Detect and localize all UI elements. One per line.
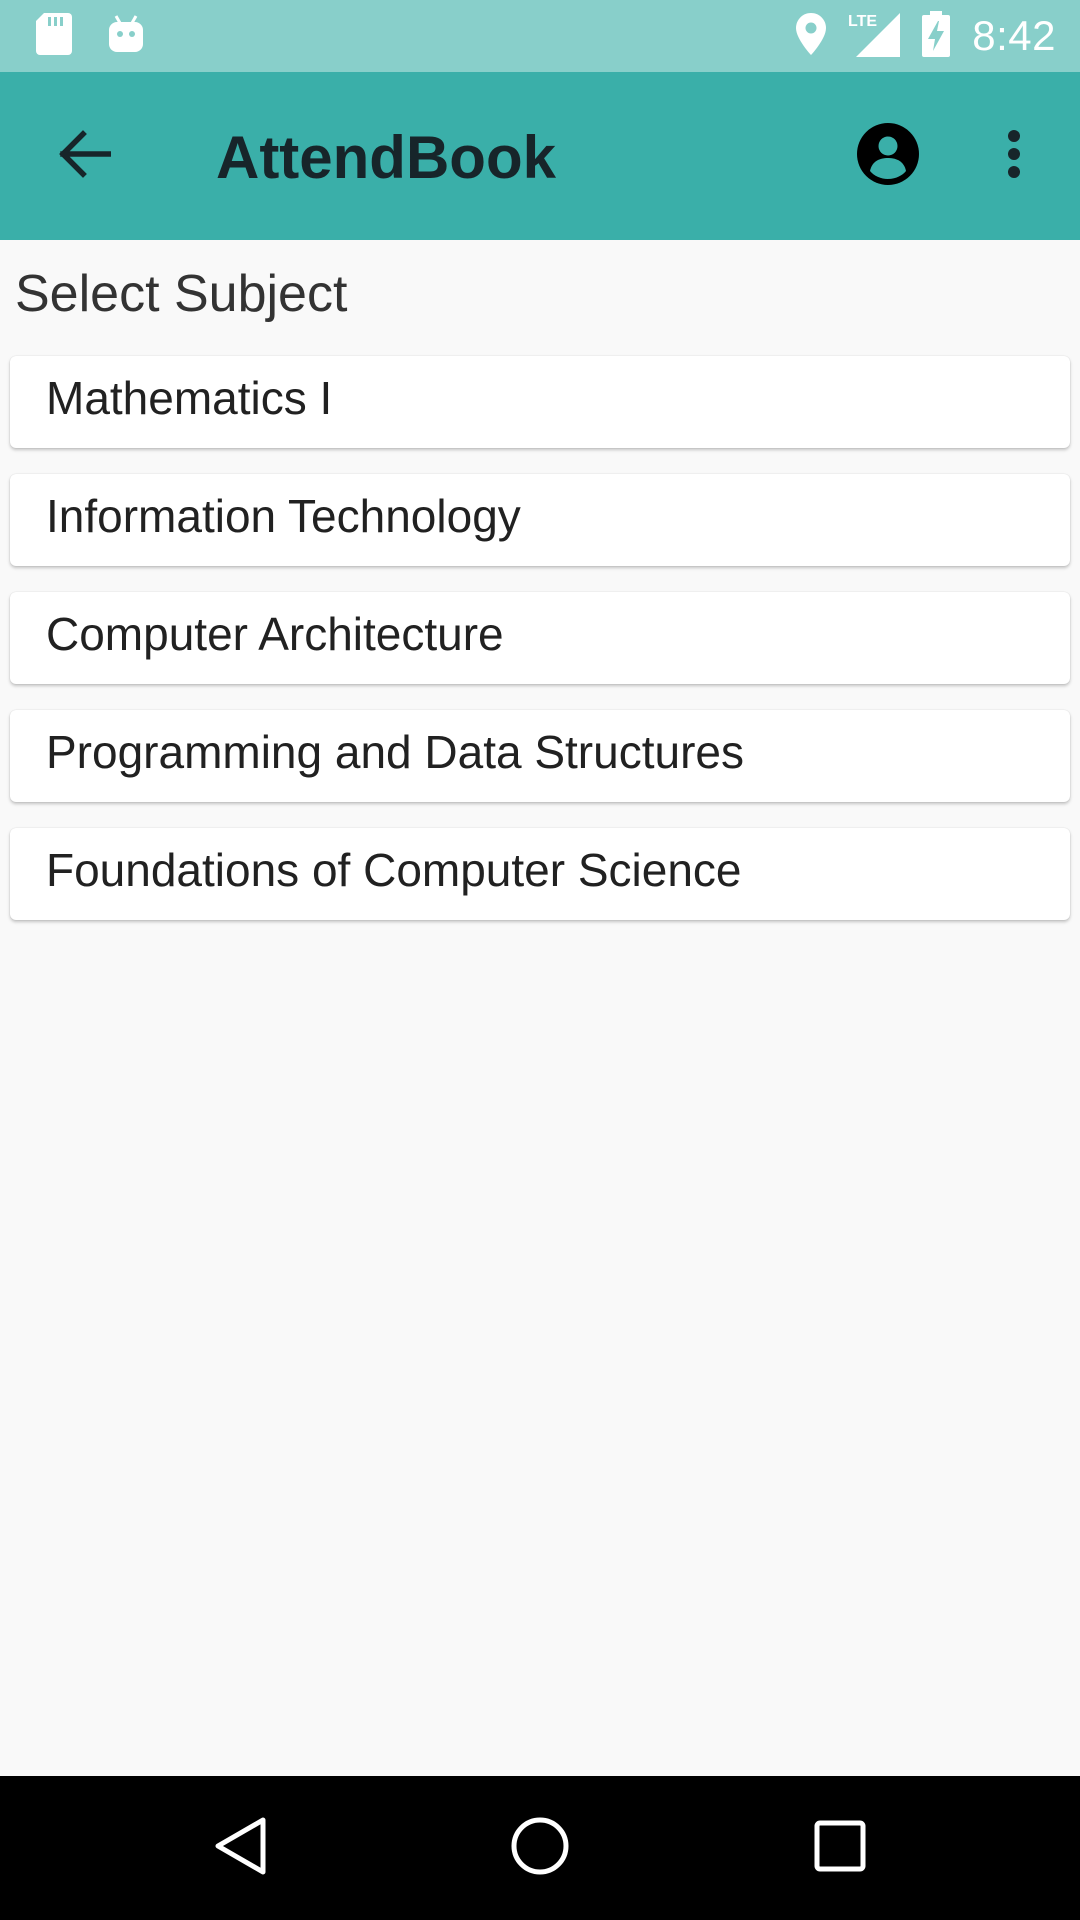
subject-label: Programming and Data Structures <box>46 726 744 778</box>
back-triangle-icon <box>213 1816 267 1881</box>
app-bar: AttendBook <box>0 72 1080 240</box>
status-right: LTE 8:42 <box>774 10 1056 62</box>
status-bar: LTE 8:42 <box>0 0 1080 72</box>
sd-card-icon <box>36 12 72 60</box>
subject-label: Mathematics I <box>46 372 333 424</box>
subject-item-foundations-of-computer-science[interactable]: Foundations of Computer Science <box>10 828 1070 920</box>
recents-square-icon <box>813 1819 867 1878</box>
home-circle-icon <box>510 1816 570 1881</box>
subject-label: Information Technology <box>46 490 521 542</box>
subject-item-information-technology[interactable]: Information Technology <box>10 474 1070 566</box>
battery-charging-icon <box>922 10 951 62</box>
subject-item-programming-and-data-structures[interactable]: Programming and Data Structures <box>10 710 1070 802</box>
nav-recents-button[interactable] <box>804 1812 876 1884</box>
app-title: AttendBook <box>216 124 556 191</box>
android-icon <box>108 14 144 59</box>
subject-item-mathematics-i[interactable]: Mathematics I <box>10 356 1070 448</box>
screen: LTE 8:42 AttendBook Select Subject Mathe… <box>0 0 1080 1920</box>
nav-home-button[interactable] <box>504 1812 576 1884</box>
subject-label: Computer Architecture <box>46 608 504 660</box>
account-button[interactable] <box>852 120 924 192</box>
location-icon <box>796 12 827 60</box>
overflow-menu-button[interactable] <box>978 120 1050 192</box>
subject-label: Foundations of Computer Science <box>46 844 742 896</box>
subject-list: Mathematics I Information Technology Com… <box>10 356 1070 946</box>
back-button[interactable] <box>48 120 120 192</box>
status-left <box>36 12 180 60</box>
subject-item-computer-architecture[interactable]: Computer Architecture <box>10 592 1070 684</box>
account-circle-icon <box>857 122 919 190</box>
signal-icon: LTE <box>848 11 901 62</box>
status-time: 8:42 <box>972 12 1056 59</box>
nav-back-button[interactable] <box>204 1812 276 1884</box>
section-title: Select Subject <box>15 265 348 323</box>
network-label: LTE <box>848 13 877 30</box>
more-vert-icon <box>1006 129 1022 184</box>
system-nav-bar <box>0 1776 1080 1920</box>
back-arrow-icon <box>57 129 112 183</box>
